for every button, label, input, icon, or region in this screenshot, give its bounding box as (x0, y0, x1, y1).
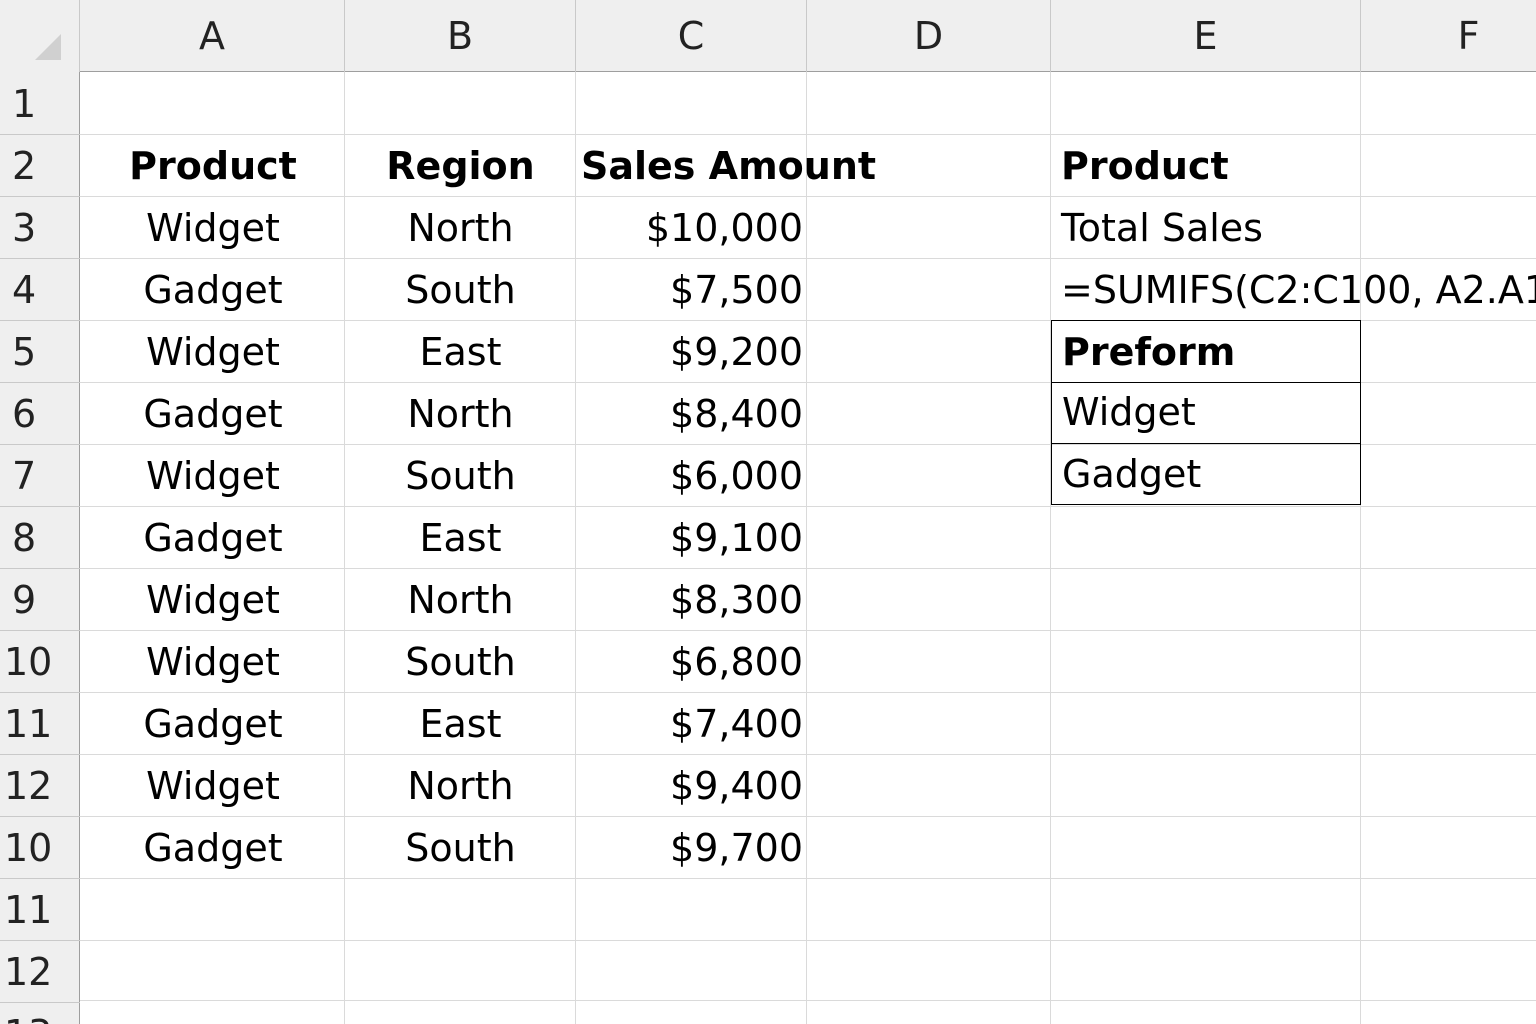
table-cell-region[interactable]: North (345, 755, 576, 817)
table-cell-sales[interactable]: $8,300 (576, 569, 807, 631)
table-cell-sales[interactable]: $6,800 (576, 631, 807, 693)
table-cell-region[interactable]: North (345, 383, 576, 445)
table-cell-sales[interactable]: $9,700 (576, 817, 807, 879)
table-cell-sales[interactable]: $7,500 (576, 259, 807, 321)
column-header-a[interactable]: A (80, 0, 345, 72)
criteria-box-header[interactable]: Preform (1051, 320, 1361, 383)
table-cell-product[interactable]: Widget (81, 755, 345, 817)
table-cell-sales[interactable]: $9,200 (576, 321, 807, 383)
table-cell-sales[interactable]: $9,100 (576, 507, 807, 569)
row-header[interactable]: 10 (0, 631, 80, 693)
table-cell-sales[interactable]: $9,400 (576, 755, 807, 817)
row-header[interactable]: 13 (0, 1003, 80, 1024)
row-header[interactable]: 11 (0, 879, 80, 941)
select-all-triangle-icon (35, 34, 61, 60)
spreadsheet-grid[interactable]: A B C D E F 1 2 3 4 5 6 7 8 9 10 11 12 1… (0, 0, 1536, 1024)
table-cell-product[interactable]: Gadget (81, 383, 345, 445)
column-header-c[interactable]: C (576, 0, 807, 72)
column-header-b[interactable]: B (345, 0, 576, 72)
table-cell-sales[interactable]: $6,000 (576, 445, 807, 507)
table-cell-product[interactable]: Gadget (81, 507, 345, 569)
table-cell-sales[interactable]: $8,400 (576, 383, 807, 445)
table-cell-product[interactable]: Widget (81, 321, 345, 383)
table-cell-product[interactable]: Widget (81, 445, 345, 507)
table-cell-region[interactable]: South (345, 817, 576, 879)
criteria-box-item[interactable]: Gadget (1051, 443, 1361, 505)
table-cell-sales[interactable]: $7,400 (576, 693, 807, 755)
grid-line (80, 940, 1536, 941)
row-header[interactable]: 9 (0, 569, 80, 631)
row-header[interactable]: 12 (0, 755, 80, 817)
row-header[interactable]: 10 (0, 817, 80, 879)
table-cell-region[interactable]: East (345, 507, 576, 569)
summary-product-label[interactable]: Product (1051, 135, 1361, 197)
table-cell-product[interactable]: Gadget (81, 259, 345, 321)
table-cell-region[interactable]: South (345, 259, 576, 321)
table-cell-sales[interactable]: $10,000 (576, 197, 807, 259)
row-header[interactable]: 4 (0, 259, 80, 321)
table-header-product[interactable]: Product (81, 135, 345, 197)
table-cell-product[interactable]: Widget (81, 197, 345, 259)
row-header[interactable]: 1 (0, 73, 80, 135)
column-header-e[interactable]: E (1051, 0, 1361, 72)
table-cell-product[interactable]: Widget (81, 569, 345, 631)
row-header[interactable]: 5 (0, 321, 80, 383)
row-header[interactable]: 12 (0, 941, 80, 1003)
row-header[interactable]: 7 (0, 445, 80, 507)
column-header-d[interactable]: D (807, 0, 1051, 72)
row-header[interactable]: 6 (0, 383, 80, 445)
table-cell-region[interactable]: South (345, 631, 576, 693)
table-cell-region[interactable]: East (345, 693, 576, 755)
grid-line (80, 1000, 1536, 1001)
table-cell-product[interactable]: Gadget (81, 817, 345, 879)
formula-cell[interactable]: =SUMIFS(C2:C100, A2.A100 (1051, 259, 1536, 321)
row-header[interactable]: 8 (0, 507, 80, 569)
table-cell-region[interactable]: North (345, 569, 576, 631)
table-cell-region[interactable]: South (345, 445, 576, 507)
row-header[interactable]: 2 (0, 135, 80, 197)
criteria-box-item[interactable]: Widget (1051, 381, 1361, 444)
table-cell-product[interactable]: Gadget (81, 693, 345, 755)
select-all-button[interactable] (0, 0, 80, 72)
table-header-sales-amount[interactable]: Sales Amount (576, 135, 876, 197)
summary-total-sales-label[interactable]: Total Sales (1051, 197, 1361, 259)
table-cell-product[interactable]: Widget (81, 631, 345, 693)
column-header-f[interactable]: F (1361, 0, 1536, 72)
table-header-region[interactable]: Region (345, 135, 576, 197)
table-cell-region[interactable]: North (345, 197, 576, 259)
table-cell-region[interactable]: East (345, 321, 576, 383)
row-header[interactable]: 3 (0, 197, 80, 259)
row-header[interactable]: 11 (0, 693, 80, 755)
